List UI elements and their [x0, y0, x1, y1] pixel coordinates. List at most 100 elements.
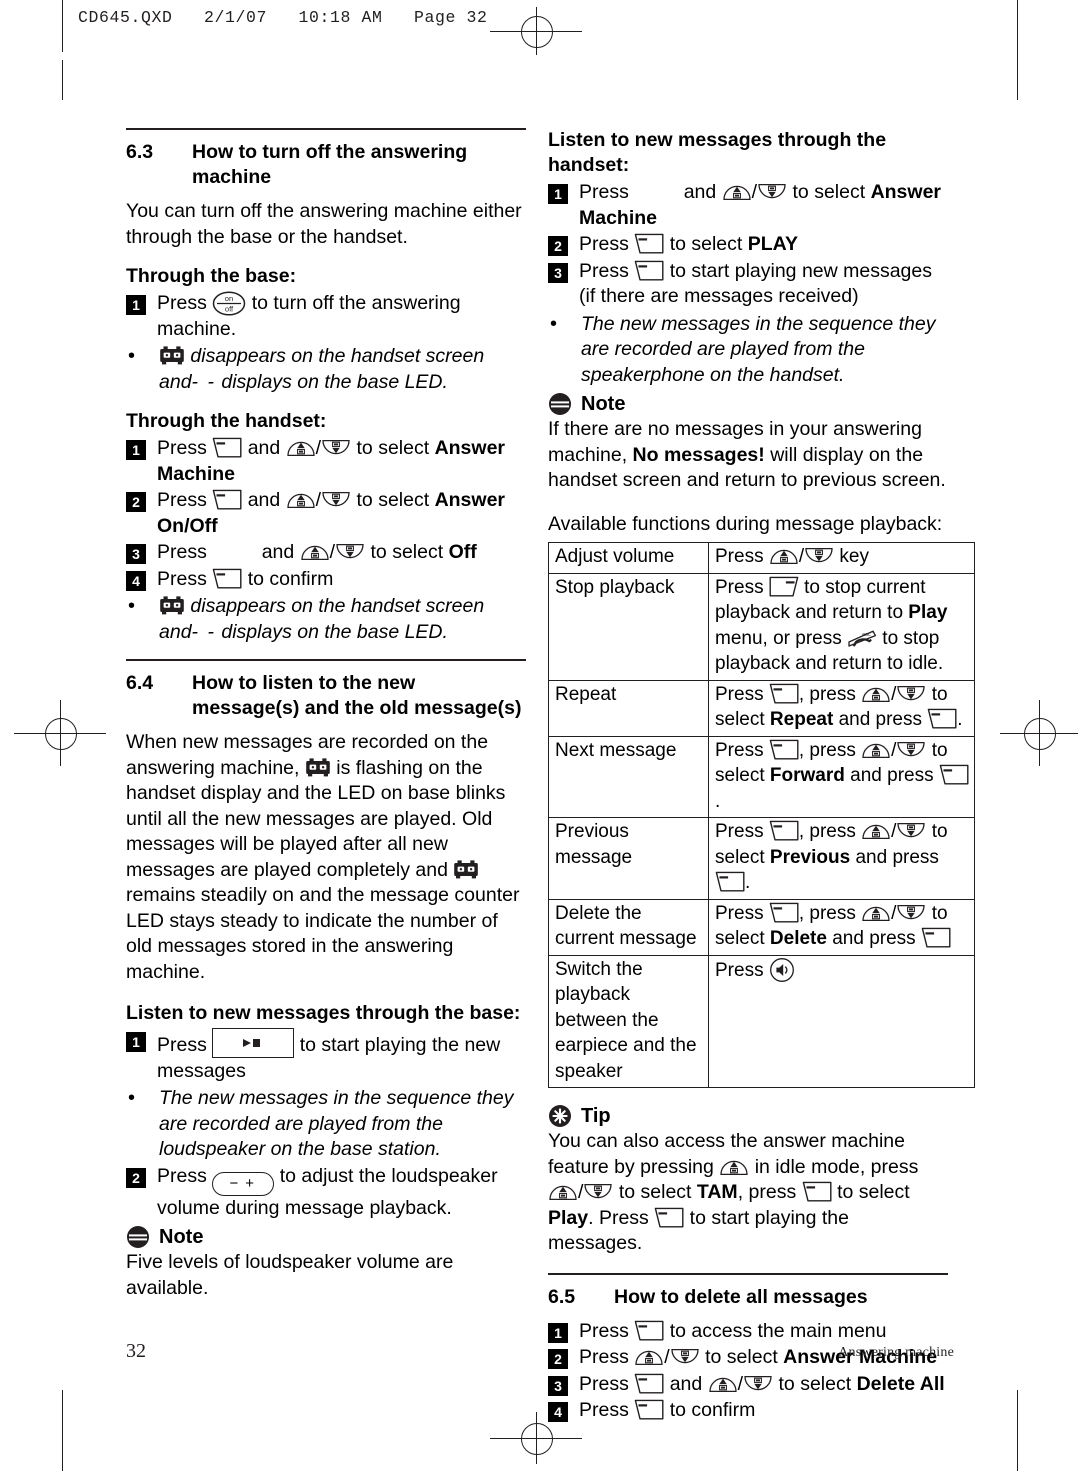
left-soft-key-icon[interactable] — [634, 1320, 664, 1341]
left-soft-key-icon[interactable] — [212, 437, 242, 458]
up-nav-key-icon[interactable] — [861, 684, 891, 704]
step-handset-4: 4 Press to confirm — [126, 567, 526, 593]
base-volume-key-icon[interactable]: −+ — [212, 1171, 275, 1196]
step-bold-value: Delete All — [856, 1372, 945, 1395]
down-nav-key-icon[interactable] — [670, 1347, 700, 1367]
up-nav-key-icon[interactable] — [722, 182, 752, 202]
step-number-badge: 2 — [548, 1349, 568, 1369]
right-soft-key-icon[interactable] — [769, 576, 799, 597]
step-number-badge: 3 — [126, 544, 146, 564]
step-text: Press to start playing new messages (if … — [579, 259, 948, 310]
down-nav-key-icon[interactable] — [896, 903, 926, 923]
down-nav-key-icon[interactable] — [583, 1182, 613, 1202]
left-soft-key-icon[interactable] — [212, 489, 242, 510]
tip-part: to select — [837, 1181, 910, 1203]
left-soft-key-icon[interactable] — [634, 1399, 664, 1420]
left-soft-key-icon[interactable] — [654, 1207, 684, 1228]
up-nav-key-icon[interactable] — [769, 546, 799, 566]
up-nav-key-icon[interactable] — [634, 1347, 664, 1367]
up-nav-key-icon[interactable] — [861, 740, 891, 760]
step-verb: Press — [157, 437, 207, 459]
table-row: Previous message Press , press / to sele… — [548, 817, 975, 900]
bullet-base-indicator: • disappears on the handset screen and- … — [126, 344, 526, 395]
left-soft-key-icon[interactable] — [939, 764, 969, 785]
step-text: Press and / — [157, 488, 526, 539]
hangup-key-icon[interactable]: esc — [847, 628, 877, 649]
down-nav-key-icon[interactable] — [321, 438, 351, 458]
section-divider-64 — [126, 659, 526, 661]
bullet-phrase-b: displays on the base LED. — [221, 620, 448, 643]
action-bold: Forward — [769, 765, 845, 786]
down-nav-key-icon[interactable] — [757, 182, 787, 202]
action-text: Press — [715, 546, 764, 567]
up-nav-key-icon[interactable] — [286, 438, 316, 458]
step-listen-base-1: 1 Press to start playing the new message… — [126, 1028, 526, 1084]
bullet-dot: • — [550, 312, 558, 335]
step-tail: to start playing new messages (if there … — [579, 259, 933, 308]
base-play-stop-button-icon[interactable] — [212, 1028, 295, 1058]
table-cell-action: Press , press — [708, 679, 975, 737]
answering-machine-tape-icon — [159, 595, 185, 615]
note-bold-message: No messages! — [632, 443, 765, 466]
page-number: 32 — [126, 1340, 146, 1362]
left-soft-key-icon[interactable] — [769, 683, 799, 704]
section-title-6-4: How to listen to the new message(s) and … — [192, 672, 522, 719]
down-nav-key-icon[interactable] — [335, 542, 365, 562]
up-nav-key-icon[interactable] — [548, 1182, 578, 1202]
left-soft-key-icon[interactable] — [927, 708, 957, 729]
action-text: menu, or press — [715, 627, 842, 649]
left-soft-key-icon[interactable] — [634, 1373, 664, 1394]
step-number-badge: 1 — [126, 440, 146, 460]
step-verb: Press — [579, 233, 629, 255]
left-soft-key-icon[interactable] — [769, 739, 799, 760]
up-nav-key-icon[interactable] — [861, 903, 891, 923]
left-soft-key-icon[interactable] — [634, 260, 664, 281]
down-nav-key-icon[interactable] — [896, 740, 926, 760]
left-soft-key-icon[interactable] — [802, 1181, 832, 1202]
table-cell-function: Delete the current message — [548, 898, 709, 956]
down-nav-key-icon[interactable] — [321, 490, 351, 510]
table-cell-action: Press to stop current playback and retur… — [708, 572, 975, 681]
step-tail: to select — [792, 181, 866, 203]
action-text: Press — [715, 576, 764, 598]
step-connector: and — [669, 1372, 703, 1395]
step-number-badge: 2 — [126, 1167, 146, 1188]
note-label: Note — [159, 1225, 204, 1248]
note-icon — [126, 1225, 150, 1249]
down-nav-key-icon[interactable] — [896, 821, 926, 841]
left-soft-key-icon[interactable] — [634, 233, 664, 254]
left-soft-key-icon[interactable] — [769, 820, 799, 841]
up-nav-key-icon[interactable] — [719, 1157, 749, 1177]
listen-through-base-heading: Listen to new messages through the base: — [126, 1002, 521, 1024]
left-soft-key-icon[interactable] — [769, 902, 799, 923]
step-bold-value: Off — [448, 541, 477, 563]
tip-label: Tip — [581, 1104, 611, 1127]
left-soft-key-icon[interactable] — [715, 871, 745, 892]
step-number-badge: 4 — [548, 1402, 568, 1422]
up-nav-key-icon[interactable] — [708, 1374, 738, 1394]
table-cell-action: Press , press — [708, 817, 975, 900]
action-text: Press — [715, 959, 764, 981]
left-soft-key-icon[interactable] — [212, 568, 242, 589]
step-verb: Press — [579, 1399, 629, 1421]
left-soft-key-icon[interactable] — [921, 927, 951, 948]
step-tail: to select — [669, 233, 743, 255]
step-number-badge: 1 — [126, 1032, 146, 1052]
down-nav-key-icon[interactable] — [804, 546, 834, 566]
action-text: and press — [850, 765, 934, 786]
tip-callout: Tip — [548, 1104, 948, 1128]
step-listen-base-2: 2 Press −+ to adjust the loudspeaker vol… — [126, 1164, 526, 1222]
up-nav-key-icon[interactable] — [286, 490, 316, 510]
speaker-key-icon[interactable] — [769, 957, 795, 983]
onoff-key-icon[interactable]: on off — [212, 291, 246, 316]
svg-text:on: on — [225, 294, 233, 303]
action-text: , press — [798, 821, 856, 842]
up-nav-key-icon[interactable] — [861, 821, 891, 841]
table-caption: Available functions during message playb… — [548, 512, 943, 535]
up-nav-key-icon[interactable] — [300, 542, 330, 562]
down-nav-key-icon[interactable] — [743, 1374, 773, 1394]
table-row: Next message Press , press / to select F… — [548, 735, 975, 818]
step-handset-3: 3 Press and / to select Off — [126, 540, 526, 566]
step-tail: to select — [705, 1346, 778, 1368]
down-nav-key-icon[interactable] — [896, 684, 926, 704]
